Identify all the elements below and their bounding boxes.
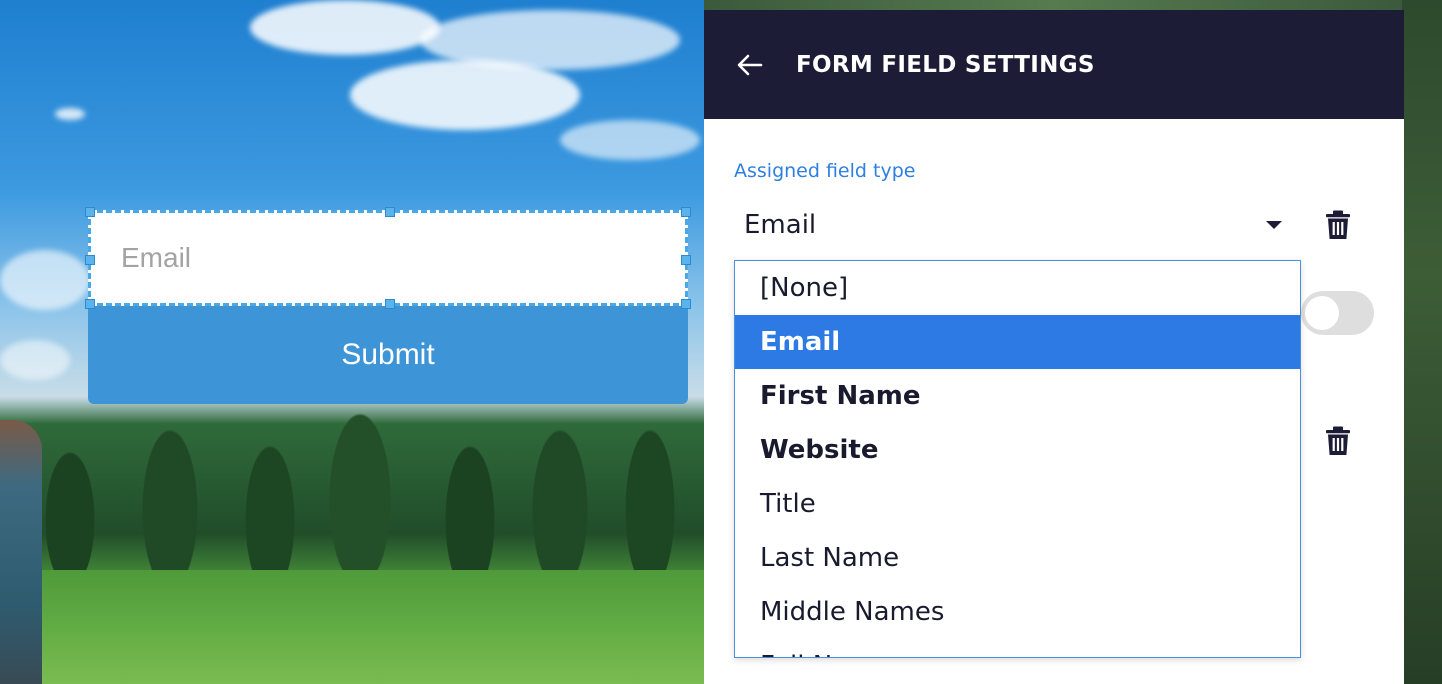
trash-icon[interactable]: [1324, 426, 1352, 456]
resize-handle-top[interactable]: [385, 207, 395, 217]
toggle-knob: [1305, 296, 1339, 330]
resize-handle-right[interactable]: [681, 255, 691, 265]
tree-strip-right: [1402, 0, 1442, 684]
submit-button[interactable]: Submit: [88, 306, 688, 404]
golf-fairway: [0, 570, 720, 684]
panel-title: FORM FIELD SETTINGS: [796, 51, 1095, 78]
dropdown-option[interactable]: [None]: [735, 261, 1300, 315]
golfer-figure: [0, 420, 42, 684]
dropdown-option[interactable]: Email: [735, 315, 1300, 369]
resize-handle-bottom[interactable]: [385, 299, 395, 309]
dropdown-option[interactable]: Middle Names: [735, 585, 1300, 639]
cloud: [420, 10, 680, 70]
email-input-field[interactable]: Email: [85, 207, 691, 309]
toggle-switch[interactable]: [1301, 291, 1374, 335]
field-type-label: Assigned field type: [734, 160, 916, 182]
resize-handle-bottom-right[interactable]: [681, 299, 691, 309]
resize-handle-bottom-left[interactable]: [85, 299, 95, 309]
dropdown-option[interactable]: Title: [735, 477, 1300, 531]
cloud: [0, 250, 90, 310]
dropdown-option[interactable]: Last Name: [735, 531, 1300, 585]
cloud: [55, 108, 85, 120]
panel-header: FORM FIELD SETTINGS: [704, 10, 1404, 119]
trash-icon[interactable]: [1324, 210, 1352, 240]
cloud: [560, 120, 700, 160]
resize-handle-left[interactable]: [85, 255, 95, 265]
field-type-select[interactable]: Email: [744, 210, 816, 240]
cloud: [0, 340, 70, 380]
resize-handle-top-right[interactable]: [681, 207, 691, 217]
chevron-down-icon[interactable]: [1266, 221, 1282, 229]
field-type-dropdown[interactable]: [None] Email First Name Website Title La…: [734, 260, 1301, 658]
cloud: [350, 60, 580, 130]
dropdown-option[interactable]: Full Name: [735, 639, 1300, 657]
arrow-left-icon: [737, 54, 763, 75]
dropdown-option[interactable]: Website: [735, 423, 1300, 477]
form-widget[interactable]: Email Submit: [85, 207, 691, 404]
back-button[interactable]: [704, 10, 796, 119]
resize-handle-top-left[interactable]: [85, 207, 95, 217]
cloud: [250, 0, 440, 55]
dropdown-option[interactable]: First Name: [735, 369, 1300, 423]
email-placeholder: Email: [121, 242, 192, 273]
